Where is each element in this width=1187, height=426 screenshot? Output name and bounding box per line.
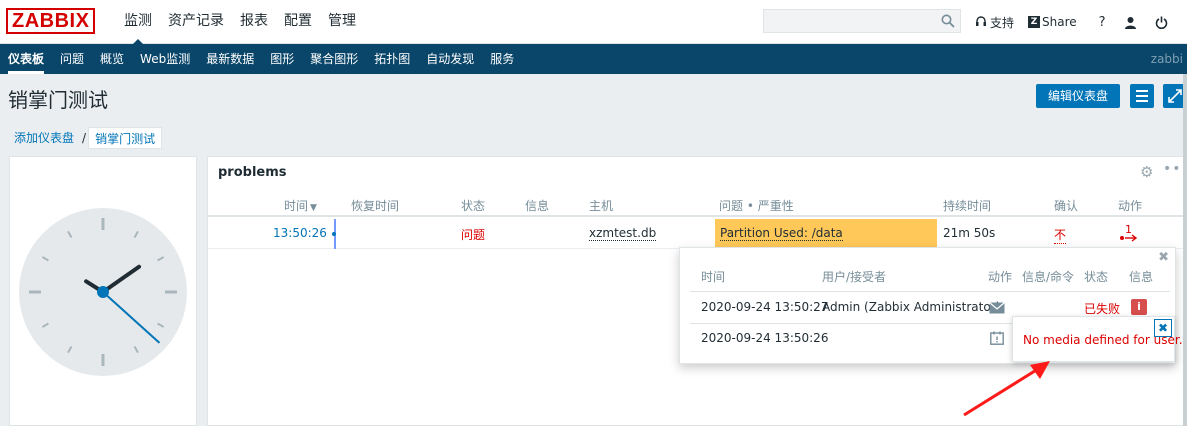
main-menu-monitoring[interactable]: 监测 xyxy=(116,0,160,45)
menu-icon xyxy=(1136,90,1148,92)
page-title: 销掌门测试 xyxy=(8,88,108,112)
search-icon[interactable] xyxy=(941,14,955,28)
col-problem-severity[interactable]: 问题 • 严重性 xyxy=(719,197,794,214)
popup-col-action: 动作 xyxy=(988,270,1013,284)
subnav-dashboard[interactable]: 仪表板 xyxy=(0,44,52,74)
headset-icon xyxy=(976,16,986,26)
status-badge: 问题 xyxy=(461,228,486,242)
zabbix-logo[interactable]: ZABBIX xyxy=(6,8,96,34)
subnav-maps[interactable]: 拓扑图 xyxy=(366,44,418,74)
main-menu-configuration[interactable]: 配置 xyxy=(276,0,320,44)
col-info: 信息 xyxy=(525,199,550,213)
error-info-icon[interactable]: i xyxy=(1131,299,1147,315)
close-icon[interactable]: ✖ xyxy=(1158,250,1169,265)
help-icon: ? xyxy=(1098,14,1106,30)
subnav-problems[interactable]: 问题 xyxy=(52,44,92,74)
subnav-discovery[interactable]: 自动发现 xyxy=(418,44,482,74)
col-actions: 动作 xyxy=(1118,199,1143,213)
clock-center xyxy=(97,286,109,298)
divider xyxy=(690,291,1170,292)
popup-col-time: 时间 xyxy=(701,270,726,284)
ack-link[interactable]: 不 xyxy=(1054,226,1067,244)
top-links: 支持 Z Share ? xyxy=(975,0,1182,44)
page-scrollbar[interactable] xyxy=(1183,74,1187,426)
server-name: zabbi xyxy=(1150,52,1183,66)
col-status[interactable]: 状态 xyxy=(461,197,485,214)
main-menu-administration[interactable]: 管理 xyxy=(320,0,364,44)
popup-row2-time: 2020-09-24 13:50:26 xyxy=(701,331,829,345)
breadcrumb-separator: / xyxy=(82,131,87,145)
power-icon xyxy=(1155,16,1167,29)
timeline-dot xyxy=(332,232,336,236)
edit-dashboard-button[interactable]: 编辑仪表盘 xyxy=(1036,84,1120,108)
share-link[interactable]: Z Share xyxy=(1028,15,1077,29)
share-label: Share xyxy=(1042,15,1077,29)
share-icon: Z xyxy=(1028,16,1041,28)
widget-title: problems xyxy=(218,165,287,180)
user-profile-button[interactable] xyxy=(1124,16,1137,29)
col-ack: 确认 xyxy=(1054,199,1079,213)
subnav-overview[interactable]: 概览 xyxy=(92,44,132,74)
breadcrumb-add-dashboard[interactable]: 添加仪表盘 xyxy=(8,127,80,149)
main-menu: 监测 资产记录 报表 配置 管理 xyxy=(116,0,364,45)
subnav-screens[interactable]: 聚合图形 xyxy=(302,44,366,74)
problem-time-link[interactable]: 13:50:26 xyxy=(273,226,327,240)
problem-cell[interactable]: Partition Used: /data xyxy=(715,219,937,249)
hint-message: No media defined for user. xyxy=(1023,333,1183,347)
breadcrumb: 添加仪表盘 / 销掌门测试 xyxy=(8,127,163,149)
host-link[interactable]: xzmtest.db xyxy=(589,226,657,241)
menu-icon xyxy=(1136,100,1148,102)
sign-out-button[interactable] xyxy=(1155,16,1168,29)
clock-face xyxy=(19,208,187,376)
help-button[interactable]: ? xyxy=(1099,15,1106,30)
popup-col-user: 用户/接受者 xyxy=(822,270,887,284)
problem-name-link[interactable]: Partition Used: /data xyxy=(720,226,843,241)
breadcrumb-current[interactable]: 销掌门测试 xyxy=(88,127,163,149)
sub-navigation: 仪表板 问题 概览 Web监测 最新数据 图形 聚合图形 拓扑图 自动发现 服务… xyxy=(0,44,1187,74)
gear-icon[interactable]: ⚙ xyxy=(1140,163,1153,181)
col-time[interactable]: 时间 ▼ xyxy=(284,197,317,214)
popup-col-info: 信息 xyxy=(1129,270,1154,284)
menu-icon xyxy=(1136,95,1148,97)
subnav-latest-data[interactable]: 最新数据 xyxy=(198,44,262,74)
action-arrow-icon xyxy=(1120,234,1138,242)
top-bar: ZABBIX 监测 资产记录 报表 配置 管理 支持 Z Share ? xyxy=(0,0,1187,45)
sort-down-icon: ▼ xyxy=(310,203,317,213)
col-recovery-time[interactable]: 恢复时间 xyxy=(351,197,399,214)
popup-row1-time: 2020-09-24 13:50:27 xyxy=(701,300,829,314)
col-host[interactable]: 主机 xyxy=(589,197,613,214)
mail-icon xyxy=(989,302,1005,314)
main-menu-inventory[interactable]: 资产记录 xyxy=(160,0,232,44)
clock-widget[interactable] xyxy=(9,156,197,426)
support-link[interactable]: 支持 xyxy=(975,14,1014,31)
expand-icon xyxy=(1168,89,1182,103)
subnav-graphs[interactable]: 图形 xyxy=(262,44,302,74)
popup-col-status: 状态 xyxy=(1084,270,1109,284)
support-label: 支持 xyxy=(990,15,1015,30)
popup-row1-user: Admin (Zabbix Administrator) xyxy=(822,300,1001,314)
duration-cell: 21m 50s xyxy=(943,226,996,240)
col-duration: 持续时间 xyxy=(943,199,992,213)
subnav-services[interactable]: 服务 xyxy=(482,44,522,74)
popup-row1-status: 已失败 xyxy=(1084,302,1121,316)
subnav-web[interactable]: Web监测 xyxy=(132,44,198,74)
popup-col-message: 信息/命令 xyxy=(1022,270,1075,284)
annotation-arrow-icon xyxy=(963,361,1050,417)
calendar-icon xyxy=(990,331,1004,345)
main-menu-reports[interactable]: 报表 xyxy=(232,0,276,44)
table-header: 时间 ▼ 恢复时间 状态 信息 主机 问题 • 严重性 持续时间 确认 动作 xyxy=(208,191,1187,217)
search-input[interactable] xyxy=(763,9,961,33)
table-row: 13:50:26 问题 xzmtest.db Partition Used: /… xyxy=(208,219,1187,249)
dashboard-list-button[interactable] xyxy=(1130,84,1154,108)
user-icon xyxy=(1124,16,1136,29)
